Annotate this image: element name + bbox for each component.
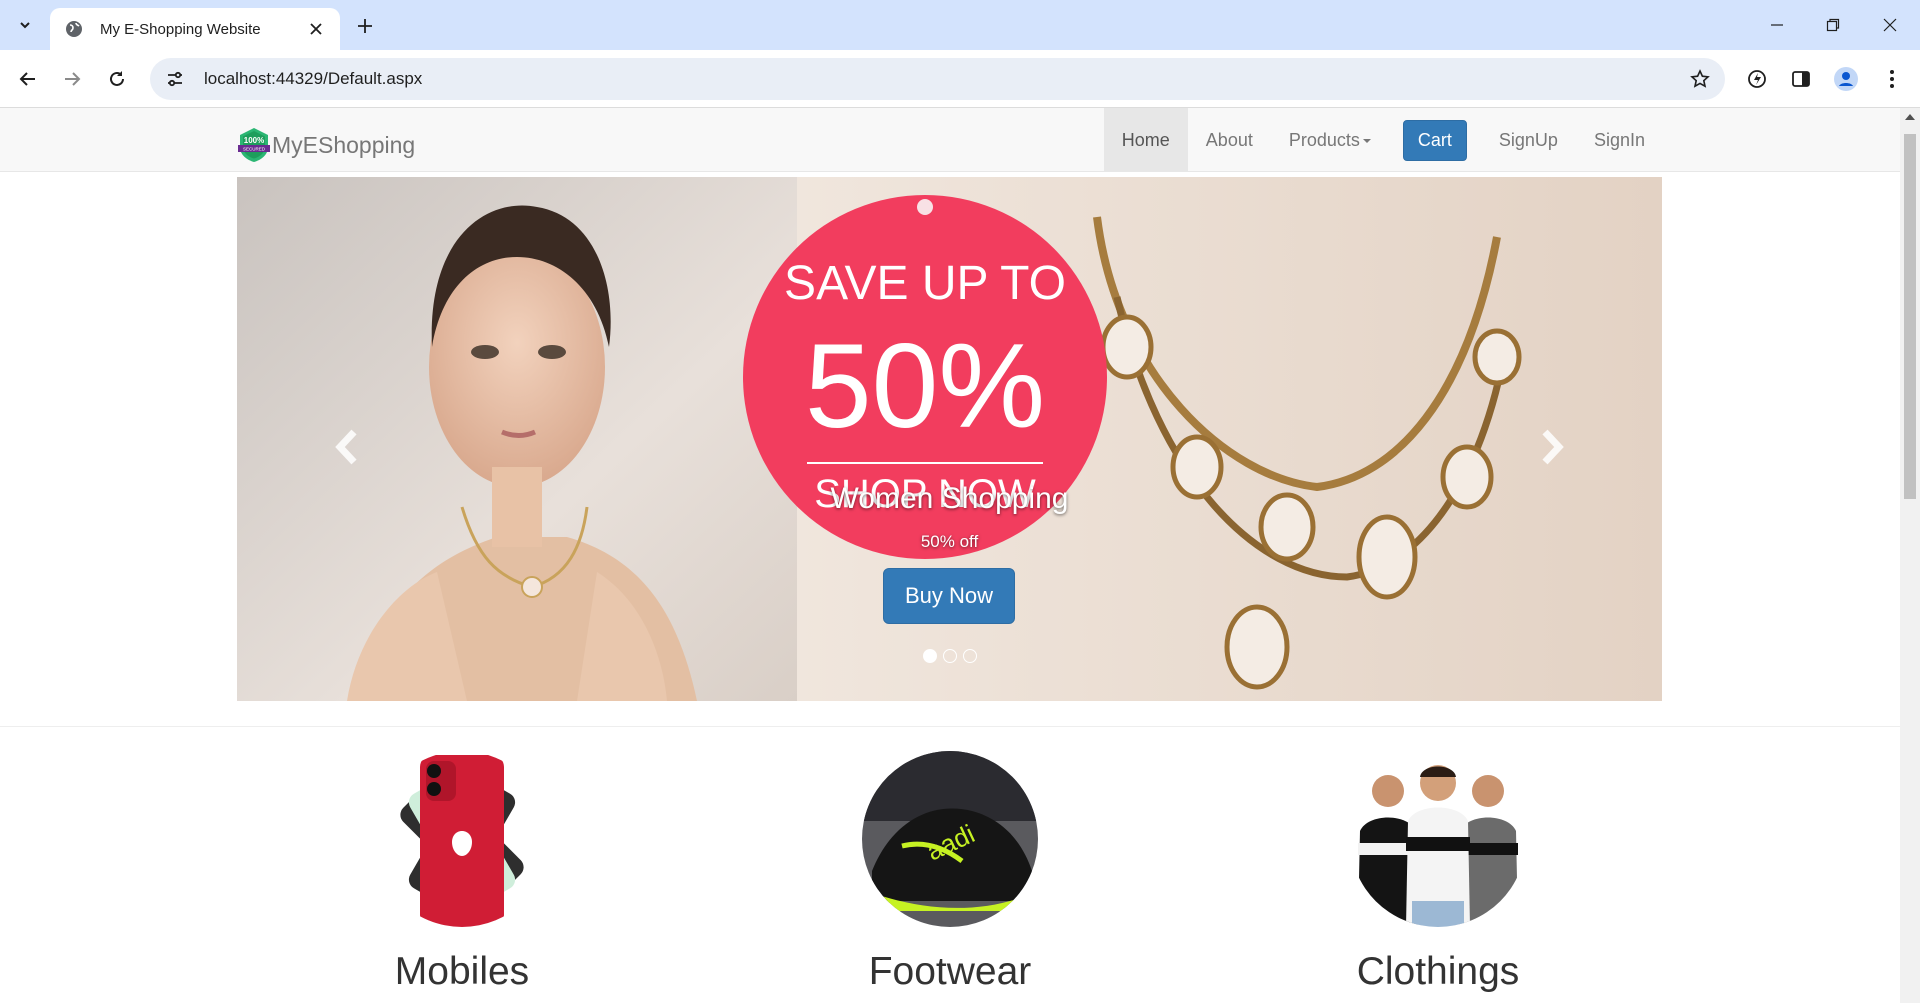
caret-down-icon <box>1362 139 1371 143</box>
nav-home[interactable]: Home <box>1103 108 1188 172</box>
buy-now-button[interactable]: Buy Now <box>883 568 1015 624</box>
site-info-icon[interactable] <box>160 64 190 94</box>
close-tab-icon[interactable] <box>306 19 326 39</box>
nav-about[interactable]: About <box>1188 108 1271 172</box>
arrow-left-icon <box>19 72 35 86</box>
category-label[interactable]: Mobiles <box>312 950 612 994</box>
restore-button[interactable] <box>1816 10 1850 40</box>
main-menu: Home About Products Cart SignUp SignIn <box>1103 108 1663 172</box>
chevron-right-icon <box>1542 429 1564 465</box>
side-panel-button[interactable] <box>1785 63 1817 95</box>
nav-cart-wrap: Cart <box>1389 108 1481 172</box>
profile-button[interactable] <box>1830 63 1862 95</box>
close-icon <box>1883 18 1897 32</box>
brand-name: MyEShopping <box>272 131 416 158</box>
shirt-icon[interactable] <box>1350 751 1526 927</box>
scroll-up-arrow-icon[interactable] <box>1905 114 1915 120</box>
carousel-next-button[interactable] <box>1532 422 1572 472</box>
back-button[interactable] <box>12 63 44 95</box>
url-text[interactable]: localhost:44329/Default.aspx <box>204 69 1685 89</box>
plus-icon <box>358 19 372 33</box>
svg-text:SECURED: SECURED <box>243 147 266 152</box>
nav-signin[interactable]: SignIn <box>1576 108 1663 172</box>
browser-tabstrip: My E-Shopping Website <box>0 0 1920 50</box>
arrow-right-icon <box>65 72 81 86</box>
divider <box>0 726 1900 727</box>
globe-icon <box>66 21 82 37</box>
carousel-indicators <box>923 649 977 663</box>
chevron-left-icon <box>335 429 357 465</box>
restore-icon <box>1826 18 1840 32</box>
tab-search-button[interactable] <box>8 9 42 41</box>
browser-toolbar: localhost:44329/Default.aspx <box>0 50 1920 108</box>
reload-icon <box>110 71 124 86</box>
kebab-menu-icon <box>1890 70 1894 88</box>
reload-button[interactable] <box>101 63 133 95</box>
tag-line-1: SAVE UP TO <box>784 257 1066 310</box>
category-label[interactable]: Clothings <box>1288 950 1588 994</box>
avatar-icon <box>1834 67 1858 91</box>
scrollbar-thumb[interactable] <box>1904 134 1916 499</box>
carousel-indicator-1[interactable] <box>923 649 937 663</box>
category-clothings[interactable]: Clothings <box>1288 751 1588 994</box>
category-mobiles[interactable]: Mobiles <box>312 751 612 994</box>
tab-title: My E-Shopping Website <box>100 20 261 38</box>
carousel-indicator-2[interactable] <box>943 649 957 663</box>
tag-line-2: 50% <box>805 319 1045 453</box>
minimize-button[interactable] <box>1760 10 1794 40</box>
nav-signup[interactable]: SignUp <box>1481 108 1576 172</box>
side-panel-icon <box>1792 71 1810 87</box>
secured-badge-icon: 100% SECURED <box>238 128 270 162</box>
extension-icon <box>1748 70 1766 88</box>
forward-button[interactable] <box>56 63 88 95</box>
carousel-caption-title: Women Shopping <box>830 482 1069 515</box>
carousel-indicator-3[interactable] <box>963 649 977 663</box>
site-navbar: 100% SECURED MyEShopping Home About Prod… <box>0 108 1900 172</box>
category-label[interactable]: Footwear <box>800 950 1100 994</box>
menu-button[interactable] <box>1876 63 1908 95</box>
shoe-icon[interactable]: aadi <box>862 751 1038 927</box>
close-window-button[interactable] <box>1873 10 1907 40</box>
phone-icon[interactable] <box>374 751 550 927</box>
page-scrollbar[interactable] <box>1900 108 1920 1003</box>
carousel-prev-button[interactable] <box>327 422 367 472</box>
category-footwear[interactable]: aadi Footwear <box>800 751 1100 994</box>
browser-tab[interactable]: My E-Shopping Website <box>50 8 340 50</box>
page-viewport: 100% SECURED MyEShopping Home About Prod… <box>0 108 1900 1003</box>
nav-products-label: Products <box>1288 129 1360 150</box>
promo-carousel: SAVE UP TO 50% SHOP NOW Women Shopping 5… <box>237 177 1662 701</box>
address-bar[interactable]: localhost:44329/Default.aspx <box>150 58 1725 100</box>
carousel-caption-sub: 50% off <box>920 532 979 551</box>
minimize-icon <box>1771 24 1783 26</box>
extension-button[interactable] <box>1741 63 1773 95</box>
nav-products[interactable]: Products <box>1271 108 1389 172</box>
bookmark-star-icon[interactable] <box>1685 64 1715 94</box>
svg-text:100%: 100% <box>244 136 264 145</box>
cart-button[interactable]: Cart <box>1402 119 1467 161</box>
brand[interactable]: 100% SECURED MyEShopping <box>237 127 415 163</box>
chevron-down-icon <box>20 22 30 29</box>
new-tab-button[interactable] <box>352 13 378 39</box>
